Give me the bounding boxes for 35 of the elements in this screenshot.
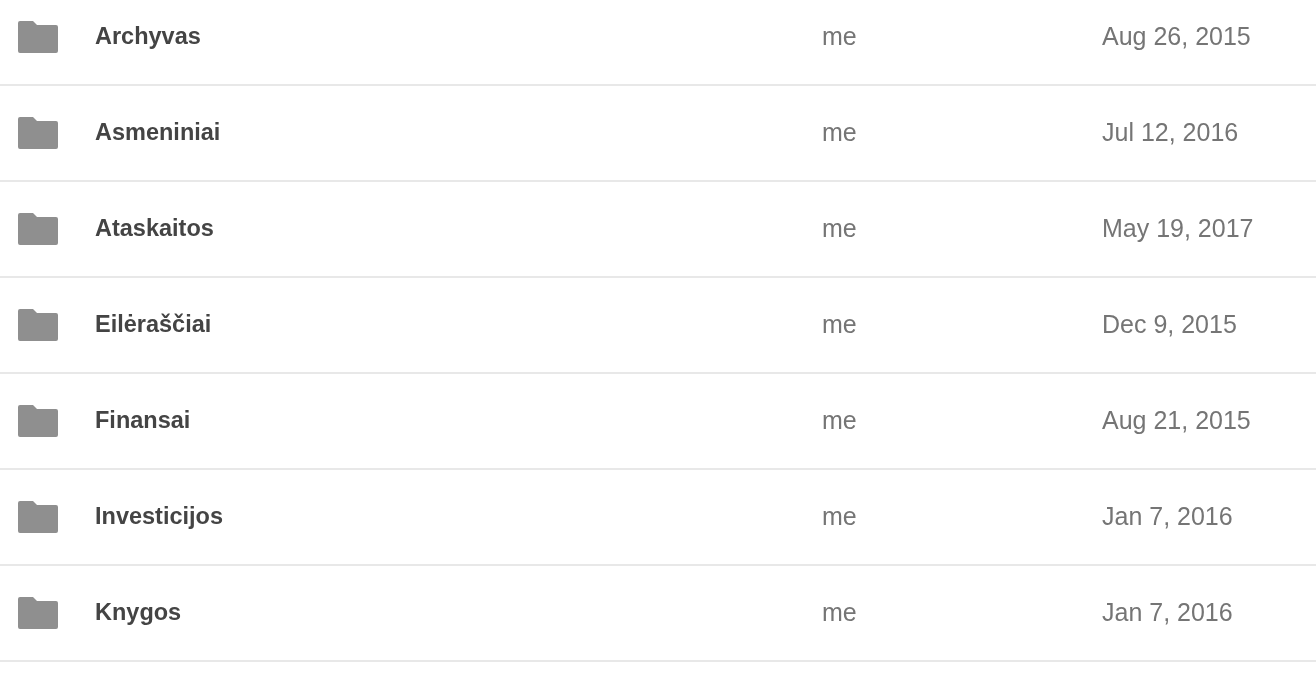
folder-row[interactable]: Eilėraščiai me Dec 9, 2015: [0, 278, 1316, 374]
owner-text: me: [822, 597, 857, 629]
folder-row[interactable]: Knygos me Jan 7, 2016: [0, 566, 1316, 662]
folder-icon: [18, 501, 58, 533]
folder-icon: [18, 405, 58, 437]
folder-icon: [18, 213, 58, 245]
folder-name: Archyvas: [95, 22, 201, 52]
folder-name: Knygos: [95, 598, 182, 628]
folder-row[interactable]: Investicijos me Jan 7, 2016: [0, 470, 1316, 566]
folder-row[interactable]: Archyvas me Aug 26, 2015: [0, 0, 1316, 86]
modified-date: Aug 26, 2015: [1102, 21, 1251, 53]
folder-name: Eilėraščiai: [95, 310, 212, 340]
folder-row[interactable]: Asmeniniai me Jul 12, 2016: [0, 86, 1316, 182]
modified-date: Dec 9, 2015: [1102, 309, 1237, 341]
folder-row[interactable]: Ataskaitos me May 19, 2017: [0, 182, 1316, 278]
modified-date: May 19, 2017: [1102, 213, 1254, 245]
folder-icon: [18, 117, 58, 149]
modified-date: Jan 7, 2016: [1102, 501, 1233, 533]
folder-icon: [18, 21, 58, 53]
owner-text: me: [822, 405, 857, 437]
folder-name: Investicijos: [95, 502, 223, 532]
modified-date: Jan 7, 2016: [1102, 597, 1233, 629]
owner-text: me: [822, 117, 857, 149]
folder-name: Asmeniniai: [95, 118, 221, 148]
folder-name: Ataskaitos: [95, 214, 214, 244]
modified-date: Jul 12, 2016: [1102, 117, 1239, 149]
owner-text: me: [822, 309, 857, 341]
owner-text: me: [822, 213, 857, 245]
modified-date: Aug 21, 2015: [1102, 405, 1251, 437]
folder-icon: [18, 597, 58, 629]
owner-text: me: [822, 501, 857, 533]
folder-icon: [18, 309, 58, 341]
folder-row[interactable]: Finansai me Aug 21, 2015: [0, 374, 1316, 470]
folder-name: Finansai: [95, 406, 191, 436]
owner-text: me: [822, 21, 857, 53]
